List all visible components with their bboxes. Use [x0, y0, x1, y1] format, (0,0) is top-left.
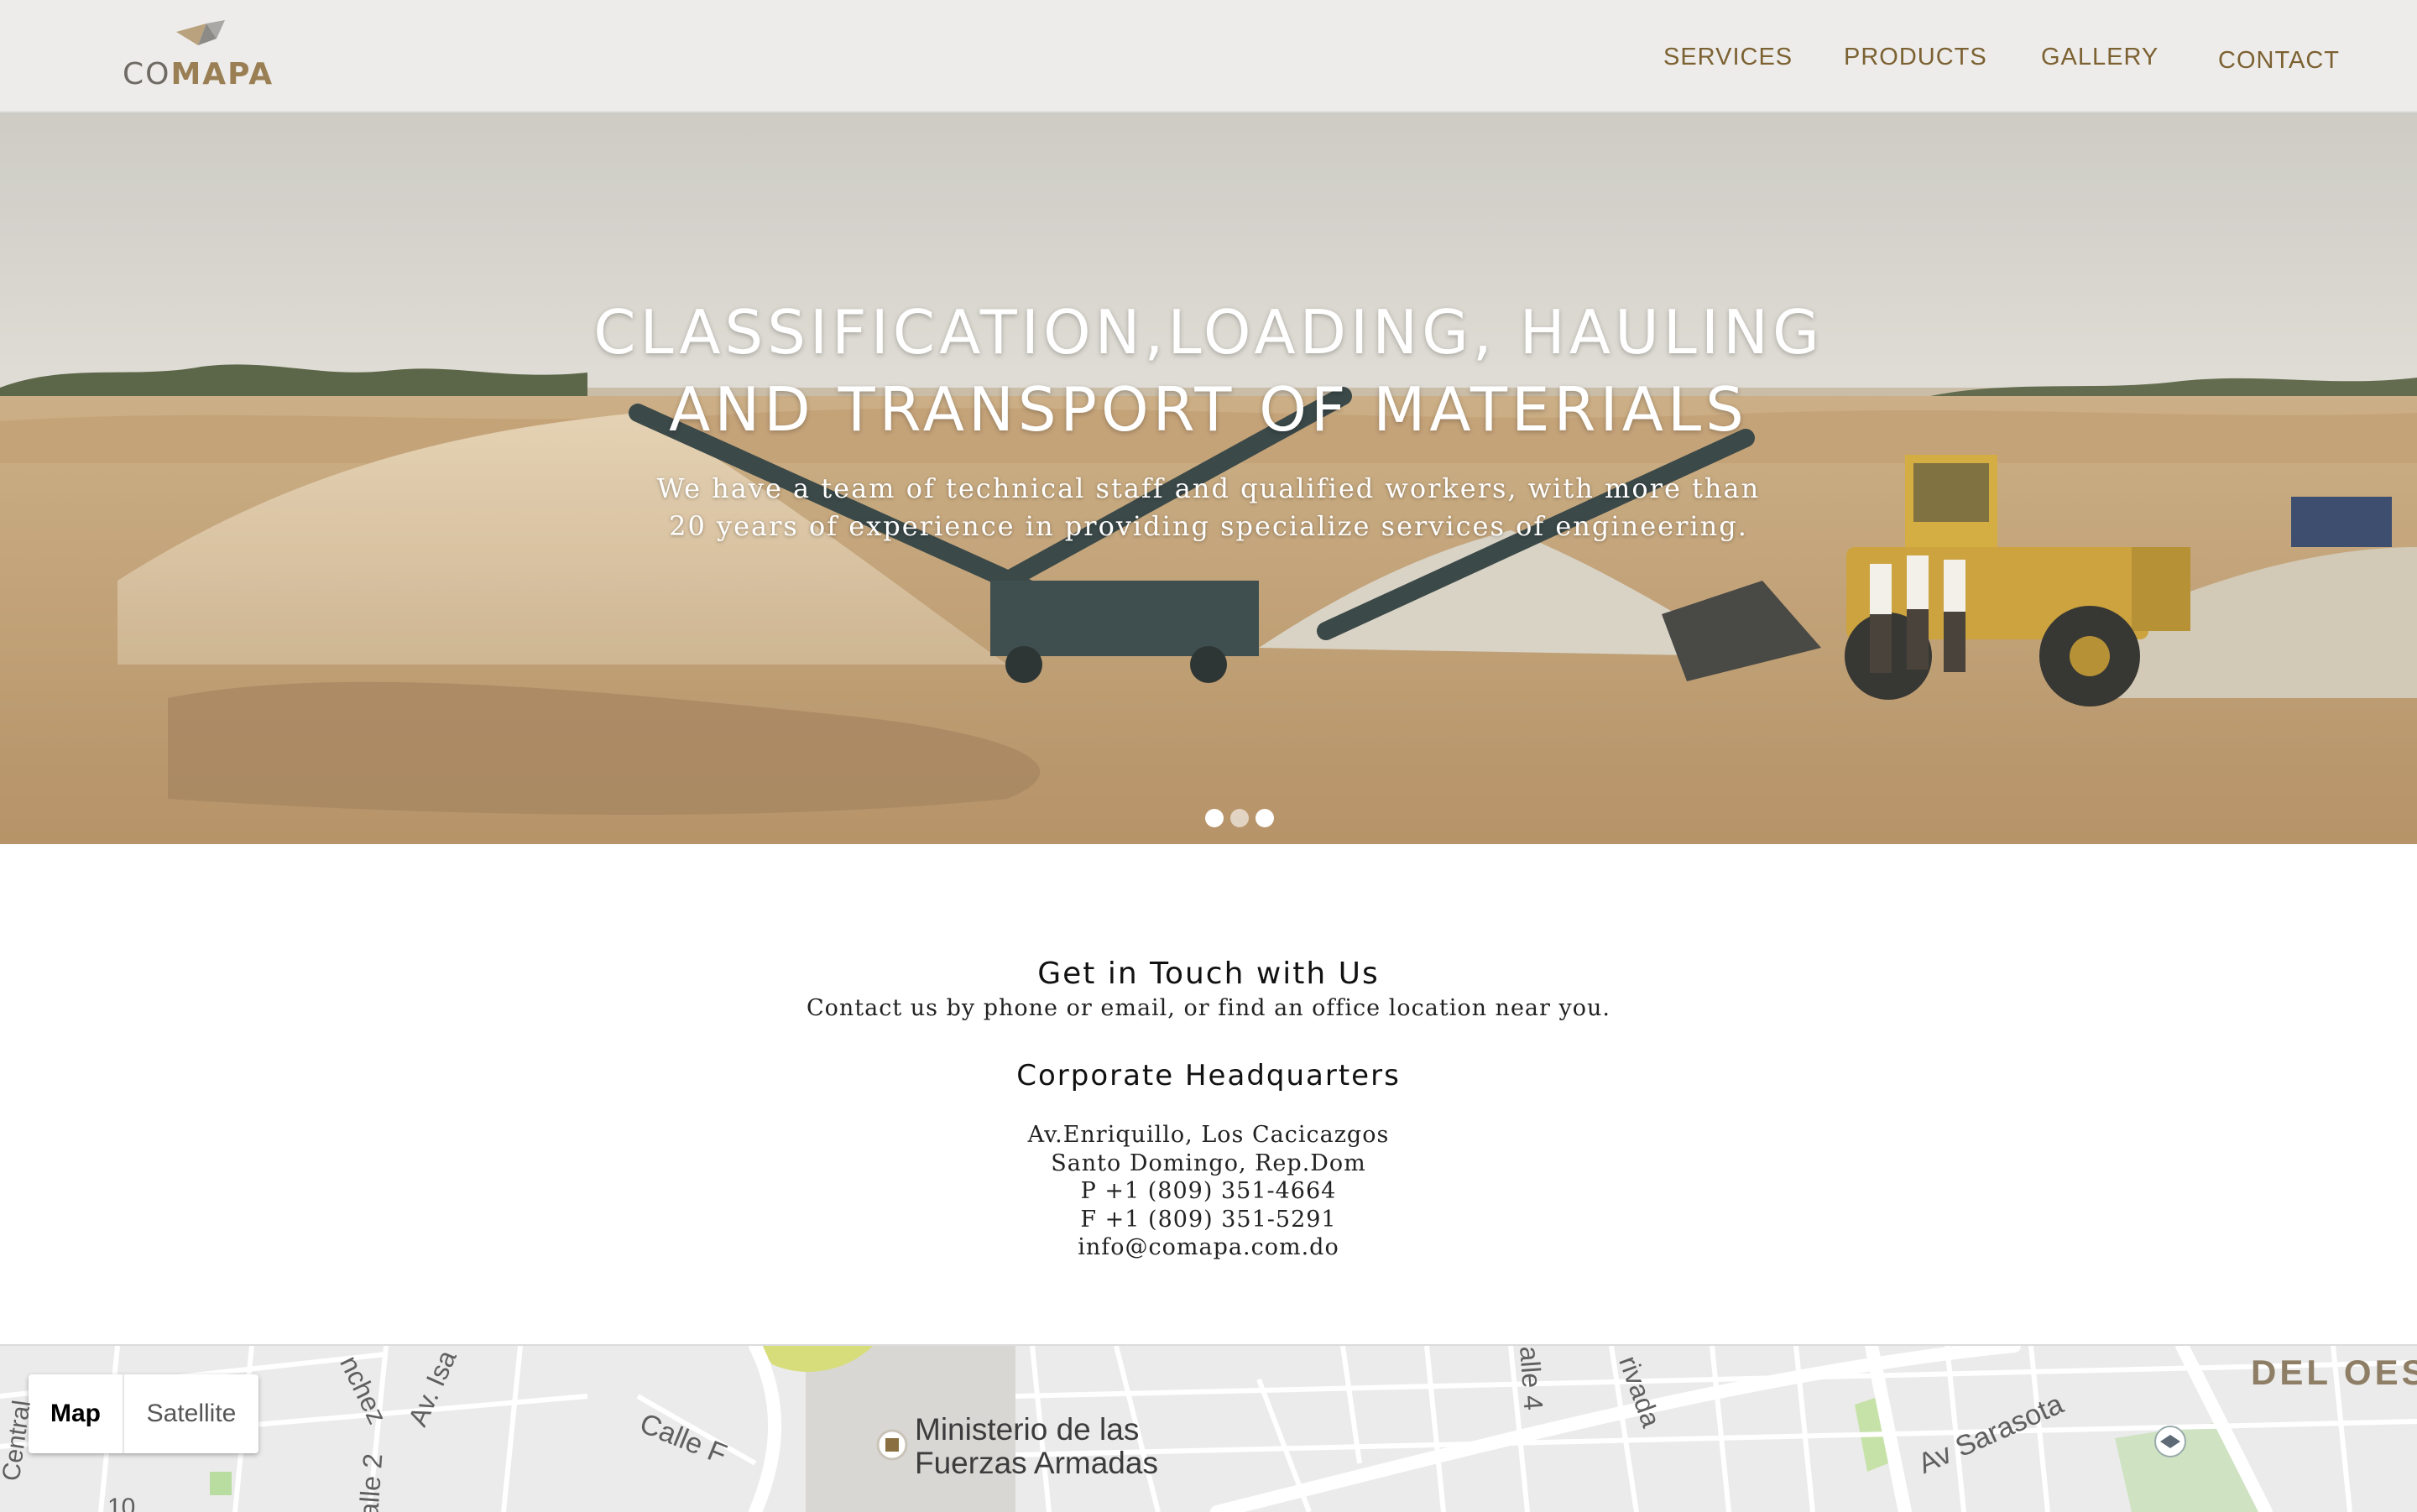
headquarters-details: Av.Enriquillo, Los Cacicazgos Santo Domi… [0, 1121, 2417, 1262]
slider-dot-3[interactable] [1255, 809, 1274, 827]
comapa-logo[interactable]: COMAPA [123, 20, 290, 96]
hero-subtitle-line-2: 20 years of experience in providing spec… [669, 510, 1748, 542]
contact-subtitle: Contact us by phone or email, or find an… [806, 995, 1610, 1021]
slider-dot-1[interactable] [1205, 809, 1224, 827]
nav-services[interactable]: SERVICES [1663, 44, 1793, 71]
hero-title-line-1: CLASSIFICATION,LOADING, HAULING [593, 297, 1824, 368]
email-link[interactable]: info@comapa.com.do [0, 1233, 2417, 1262]
district-label: DEL OES [2251, 1353, 2417, 1392]
hero-subtitle: We have a team of technical staff and qu… [0, 470, 2417, 545]
street-label-alle-4: alle 4 [1514, 1345, 1549, 1411]
address-line-2: Santo Domingo, Rep.Dom [1051, 1150, 1366, 1176]
map-poi-label-line-1: Ministerio de las [915, 1412, 1140, 1447]
fax-number: F +1 (809) 351-5291 [1080, 1206, 1337, 1233]
logo-wordmark: COMAPA [123, 57, 274, 91]
site-header: COMAPA SERVICES PRODUCTS GALLERY CONTACT [0, 0, 2417, 112]
nav-contact[interactable]: CONTACT [2218, 47, 2340, 75]
hero-subtitle-line-1: We have a team of technical staff and qu… [656, 472, 1761, 504]
map-type-satellite-button[interactable]: Satellite [124, 1374, 258, 1453]
contact-title: Get in Touch with Us [1037, 957, 1380, 991]
map-poi-label[interactable]: Ministerio de las Fuerzas Armadas [915, 1413, 1158, 1480]
hero-slider: CLASSIFICATION,LOADING, HAULING AND TRAN… [0, 111, 2417, 844]
headquarters-title: Corporate Headquarters [1016, 1059, 1401, 1092]
phone-number[interactable]: P +1 (809) 351-4664 [0, 1177, 2417, 1206]
street-label-alle-2: alle 2 [353, 1452, 389, 1512]
slider-dot-2[interactable] [1230, 809, 1249, 827]
logo-mark-icon [176, 20, 225, 45]
map-type-map-button[interactable]: Map [29, 1374, 123, 1453]
hero-title-line-2: AND TRANSPORT OF MATERIALS [669, 374, 1748, 445]
nav-gallery[interactable]: GALLERY [2041, 44, 2159, 71]
map-type-toggle: Map Satellite [29, 1374, 258, 1453]
hero-title: CLASSIFICATION,LOADING, HAULING AND TRAN… [0, 294, 2417, 448]
street-number-label: 10 [107, 1494, 136, 1512]
map-poi-label-line-2: Fuerzas Armadas [915, 1446, 1158, 1480]
google-map[interactable]: Map Satellite Ministerio de las Fuerzas … [0, 1344, 2417, 1512]
address-line-1: Av.Enriquillo, Los Cacicazgos [1027, 1122, 1390, 1148]
nav-products[interactable]: PRODUCTS [1844, 44, 1987, 71]
